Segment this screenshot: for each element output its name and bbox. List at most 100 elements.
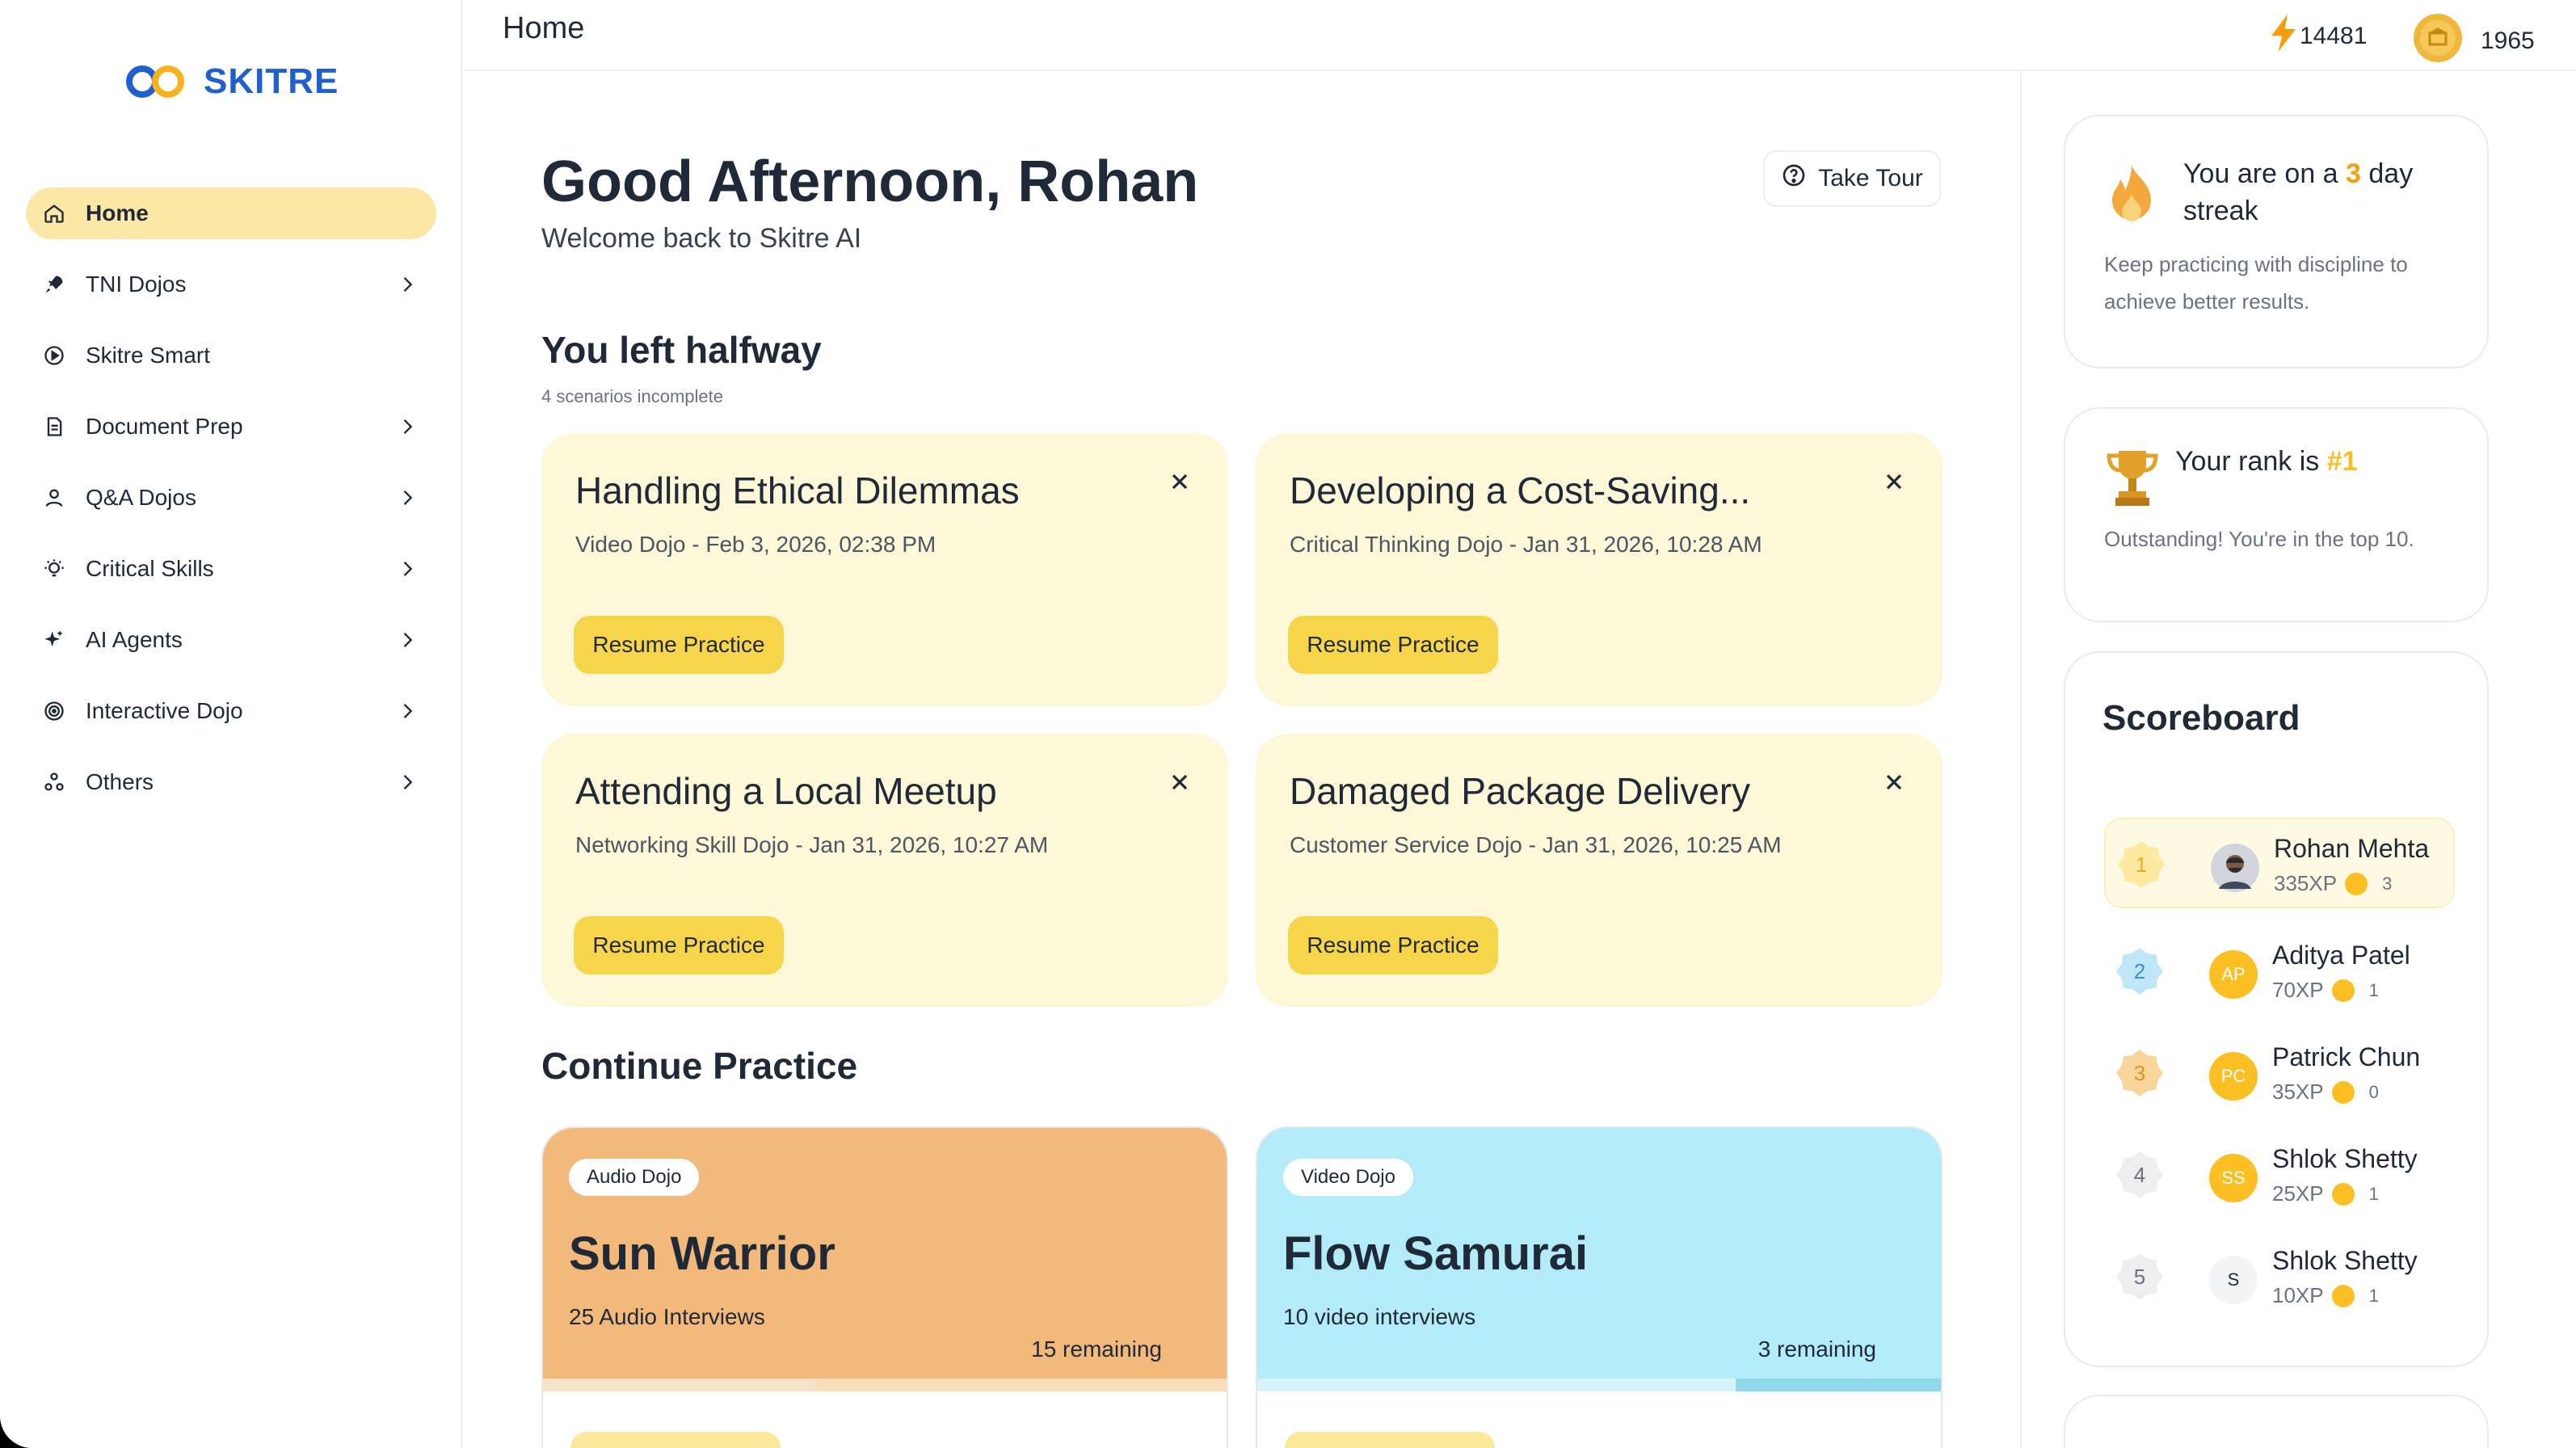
sidebar-item-label: Document Prep <box>86 414 243 439</box>
practice-card-badge: Audio Dojo <box>569 1159 700 1196</box>
home-icon <box>42 201 66 225</box>
sidebar-item-ai-agents[interactable]: AI Agents <box>26 614 436 666</box>
brand-name: SKITRE <box>204 61 339 101</box>
sidebar-item-label: Critical Skills <box>86 556 214 581</box>
extra-card <box>2064 1395 2489 1448</box>
coin-value: 1965 <box>2481 27 2535 54</box>
brand-logo[interactable]: SKITRE <box>121 61 339 102</box>
sidebar-item-label: AI Agents <box>86 627 183 652</box>
coin-counter[interactable]: 1965 <box>2413 13 2535 69</box>
resume-practice-button[interactable]: Resume Practice <box>1288 916 1498 974</box>
halfway-card[interactable]: Damaged Package Delivery Customer Servic… <box>1256 734 1943 1007</box>
user-icon <box>42 486 66 510</box>
streak-days: 3 <box>2346 158 2361 189</box>
take-tour-button[interactable]: Take Tour <box>1763 150 1941 207</box>
sidebar-item-others[interactable]: Others <box>26 756 436 808</box>
lightning-icon <box>2267 13 2300 60</box>
streak-prefix: You are on a <box>2183 158 2347 189</box>
sidebar-item-critical-skills[interactable]: Critical Skills <box>26 543 436 595</box>
scoreboard-row[interactable]: 5 S Shlok Shetty 10XP 1 <box>2104 1231 2455 1322</box>
xp-counter[interactable]: 14481 <box>2267 13 2367 60</box>
close-icon[interactable] <box>1881 469 1907 495</box>
flame-coin-icon <box>2331 1182 2355 1206</box>
flame-coin-icon <box>2345 872 2368 895</box>
sidebar-item-label: Home <box>86 200 149 225</box>
scoreboard-card: Scoreboard 1 Rohan Mehta 335XP 3 2 AP Aditya P… <box>2064 651 2489 1367</box>
avatar: SS <box>2209 1154 2258 1202</box>
sidebar-item-label: Q&A Dojos <box>86 485 196 510</box>
player-coins: 1 <box>2368 979 2379 1000</box>
scoreboard-row[interactable]: 1 Rohan Mehta 335XP 3 <box>2104 818 2455 908</box>
player-coins: 1 <box>2368 1183 2379 1204</box>
player-name: Shlok Shetty <box>2272 1246 2418 1275</box>
take-tour-label: Take Tour <box>1818 165 1923 192</box>
rocket-icon <box>42 272 66 297</box>
chevron-right-icon <box>396 629 419 651</box>
halfway-card-title: Developing a Cost-Saving... <box>1290 469 1751 511</box>
start-practice-button[interactable] <box>1285 1432 1495 1448</box>
close-icon[interactable] <box>1881 769 1907 795</box>
halfway-card-meta: Critical Thinking Dojo - Jan 31, 2026, 1… <box>1290 532 1762 557</box>
start-practice-button[interactable] <box>570 1432 781 1448</box>
halfway-card[interactable]: Attending a Local Meetup Networking Skil… <box>541 734 1228 1007</box>
rank-number: 1 <box>2135 852 2148 877</box>
streak-title: You are on a 3 day streak <box>2183 155 2458 229</box>
avatar <box>2211 844 2259 892</box>
sidebar-item-label: Interactive Dojo <box>86 698 243 723</box>
help-circle-icon <box>1781 162 1807 195</box>
rank-number: 4 <box>2133 1162 2146 1187</box>
target-icon <box>42 699 66 723</box>
resume-practice-button[interactable]: Resume Practice <box>574 916 784 974</box>
scoreboard-row[interactable]: 4 SS Shlok Shetty 25XP 1 <box>2104 1130 2455 1220</box>
sidebar: SKITRE Home TNI Dojos Skitre Smart Docum… <box>0 0 462 1448</box>
flame-coin-icon <box>2331 1080 2355 1104</box>
halfway-card-meta: Customer Service Dojo - Jan 31, 2026, 10… <box>1290 832 1782 857</box>
player-stats: 35XP 0 <box>2272 1080 2379 1105</box>
practice-card-count: 25 Audio Interviews <box>569 1304 765 1329</box>
sidebar-nav: Home TNI Dojos Skitre Smart Document Pre… <box>26 187 436 827</box>
avatar: S <box>2209 1256 2258 1304</box>
sidebar-item-skitre-smart[interactable]: Skitre Smart <box>26 330 436 381</box>
halfway-card-meta: Video Dojo - Feb 3, 2026, 02:38 PM <box>575 532 937 557</box>
scoreboard-row[interactable]: 2 AP Aditya Patel 70XP 1 <box>2104 926 2455 1017</box>
halfway-card[interactable]: Developing a Cost-Saving... Critical Thi… <box>1256 433 1943 706</box>
progress-bar-fill <box>543 1379 817 1391</box>
rank-number: 3 <box>2133 1060 2146 1085</box>
rank-number: 2 <box>2133 958 2146 983</box>
main-content: Good Afternoon, Rohan Welcome back to Sk… <box>464 73 2020 1448</box>
player-coins: 1 <box>2368 1285 2379 1306</box>
flame-coin-icon <box>2331 1284 2355 1307</box>
close-icon[interactable] <box>1167 469 1193 495</box>
player-xp: 10XP <box>2272 1283 2324 1307</box>
flame-coin-icon <box>2331 979 2355 1002</box>
play-circle-icon <box>42 343 66 368</box>
top-header: Home 14481 1965 <box>464 0 2576 71</box>
practice-card[interactable]: Audio Dojo Sun Warrior 25 Audio Intervie… <box>541 1126 1228 1448</box>
practice-card-badge: Video Dojo <box>1283 1159 1413 1196</box>
sidebar-item-tni-dojos[interactable]: TNI Dojos <box>26 259 436 310</box>
practice-card[interactable]: Video Dojo Flow Samurai 10 video intervi… <box>1256 1126 1943 1448</box>
sidebar-item-qa-dojos[interactable]: Q&A Dojos <box>26 472 436 524</box>
halfway-card-title: Handling Ethical Dilemmas <box>575 469 1020 511</box>
player-xp: 70XP <box>2272 978 2324 1002</box>
halfway-section-subtitle: 4 scenarios incomplete <box>541 386 724 406</box>
halfway-card-title: Damaged Package Delivery <box>1290 770 1751 812</box>
player-xp: 335XP <box>2274 871 2338 895</box>
scoreboard-row[interactable]: 3 PC Patrick Chun 35XP 0 <box>2104 1028 2455 1118</box>
sidebar-item-interactive-dojo[interactable]: Interactive Dojo <box>26 685 436 737</box>
streak-description: Keep practicing with discipline to achie… <box>2104 252 2408 314</box>
resume-practice-button[interactable]: Resume Practice <box>574 616 784 674</box>
close-icon[interactable] <box>1167 769 1193 795</box>
sidebar-item-document-prep[interactable]: Document Prep <box>26 401 436 452</box>
sidebar-item-home[interactable]: Home <box>26 187 436 239</box>
rank-card: Your rank is #1 Outstanding! You're in t… <box>2064 407 2489 622</box>
player-coins: 3 <box>2382 873 2393 894</box>
resume-practice-button[interactable]: Resume Practice <box>1288 616 1498 674</box>
user-photo-icon <box>2211 844 2259 892</box>
rank-prefix: Your rank is <box>2175 446 2327 477</box>
rank-number: 5 <box>2133 1264 2146 1289</box>
welcome-text: Welcome back to Skitre AI <box>541 223 862 254</box>
halfway-card[interactable]: Handling Ethical Dilemmas Video Dojo - F… <box>541 433 1228 706</box>
player-name: Rohan Mehta <box>2274 834 2430 863</box>
practice-card-title: Sun Warrior <box>569 1227 836 1280</box>
